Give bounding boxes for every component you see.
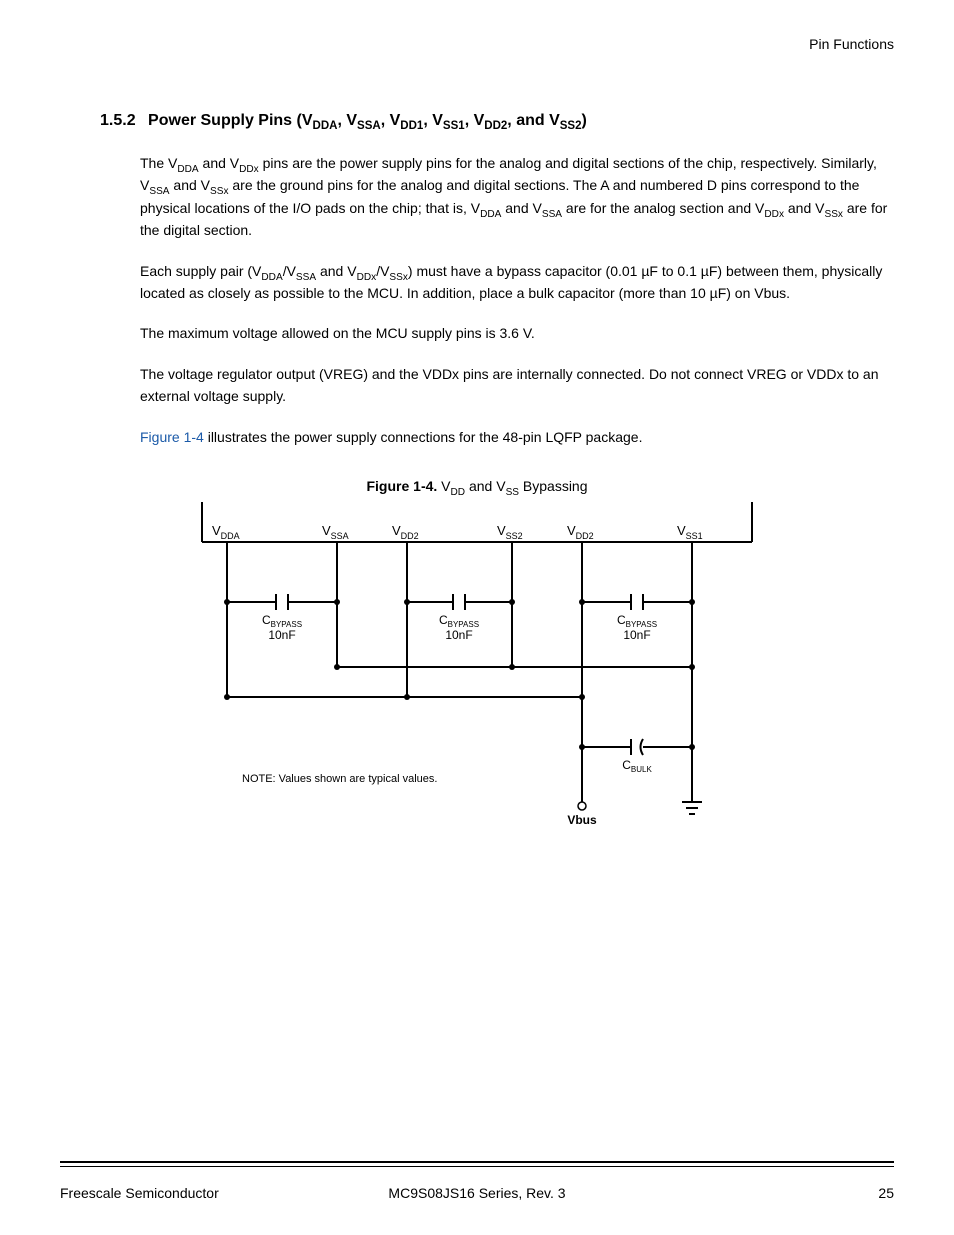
section-heading: 1.5.2 Power Supply Pins (VDDA, VSSA, VDD… <box>100 112 894 130</box>
cbypass-value: 10nF <box>268 628 295 642</box>
running-head: Pin Functions <box>60 36 894 52</box>
body-paragraph: Figure 1-4 illustrates the power supply … <box>140 426 894 448</box>
footer-docnum: MC9S08JS16 Series, Rev. 3 <box>60 1185 894 1201</box>
cbypass-label: CBYPASS <box>439 613 479 629</box>
cbypass-label: CBYPASS <box>262 613 302 629</box>
figure-note: NOTE: Values shown are typical values. <box>242 773 437 785</box>
section-number: 1.5.2 <box>100 112 136 129</box>
cbypass-value: 10nF <box>623 628 650 642</box>
footer-rule <box>60 1161 894 1167</box>
body-paragraph: Each supply pair (VDDA/VSSA and VDDx/VSS… <box>140 260 894 305</box>
body-paragraph: The voltage regulator output (VREG) and … <box>140 363 894 408</box>
pin-label: VSS2 <box>497 523 523 541</box>
vbus-label: Vbus <box>567 813 597 827</box>
body-paragraph: The maximum voltage allowed on the MCU s… <box>140 322 894 344</box>
figure-diagram: VDDA VSSA VDD2 VSS2 VDD2 VSS1 CBYPASS 10… <box>182 502 772 882</box>
cbulk-label: CBULK <box>622 758 652 774</box>
pin-label: VDDA <box>212 523 240 541</box>
body-paragraph: The VDDA and VDDx pins are the power sup… <box>140 152 894 242</box>
pin-label: VDD2 <box>392 523 419 541</box>
pin-label: VDD2 <box>567 523 594 541</box>
figure-caption: Figure 1-4. VDD and VSS Bypassing <box>60 478 894 494</box>
section-title-text: Power Supply Pins (VDDA, VSSA, VDD1, VSS… <box>148 112 587 129</box>
cbypass-value: 10nF <box>445 628 472 642</box>
cbypass-label: CBYPASS <box>617 613 657 629</box>
pin-label: VSS1 <box>677 523 703 541</box>
pin-label: VSSA <box>322 523 349 541</box>
